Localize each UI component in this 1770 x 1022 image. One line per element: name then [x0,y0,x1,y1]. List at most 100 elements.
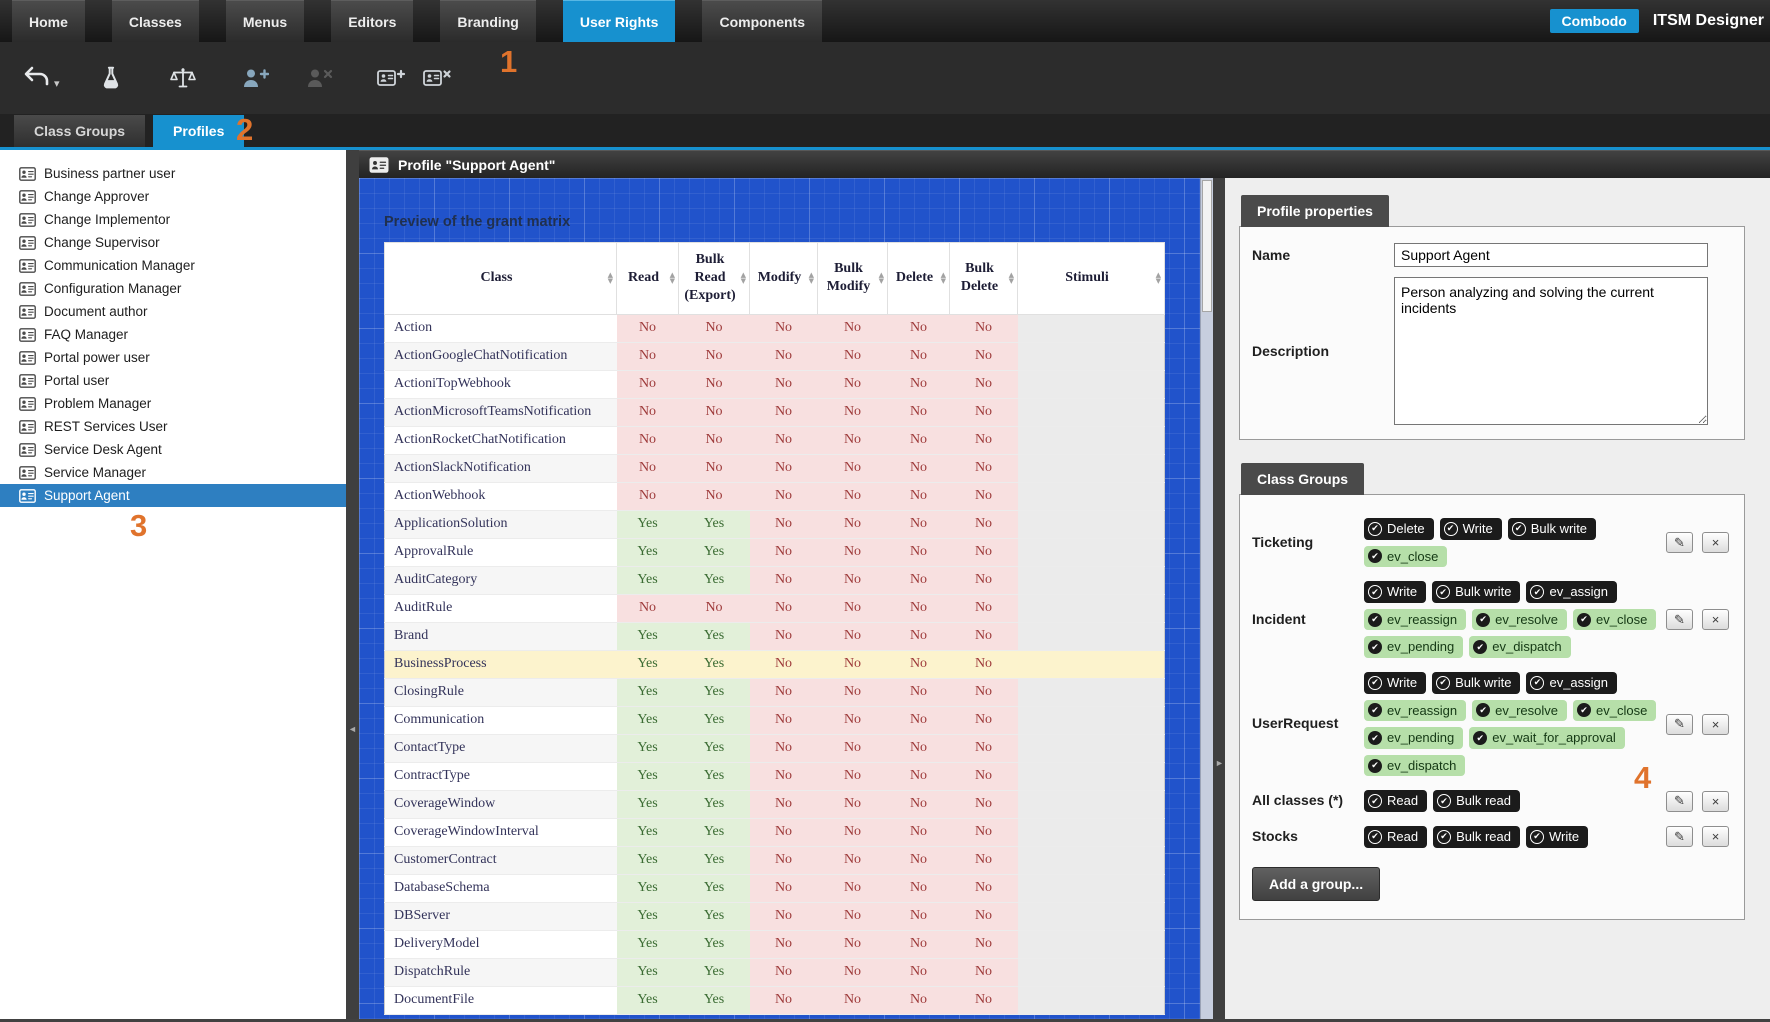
undo-dropdown-caret-icon[interactable]: ▾ [54,77,60,90]
undo-button[interactable] [16,56,58,100]
matrix-row-deliverymodel[interactable]: DeliveryModelYesYesNoNoNoNo [385,930,1165,958]
remove-group-button[interactable]: × [1702,609,1729,630]
sidebar-item-document-author[interactable]: Document author [0,300,346,323]
sidebar-item-service-desk-agent[interactable]: Service Desk Agent [0,438,346,461]
sidebar-item-problem-manager[interactable]: Problem Manager [0,392,346,415]
remove-group-button[interactable]: × [1702,826,1729,847]
nav-tab-home[interactable]: Home [12,0,85,42]
sidebar-item-faq-manager[interactable]: FAQ Manager [0,323,346,346]
matrix-row-brand[interactable]: BrandYesYesNoNoNoNo [385,622,1165,650]
matrix-row-actionrocketchatnotification[interactable]: ActionRocketChatNotificationNoNoNoNoNoNo [385,426,1165,454]
grant-badge-delete[interactable]: ✔Delete [1364,518,1434,540]
collapse-sidebar-arrow-icon[interactable]: ◄ [348,724,357,734]
sidebar-item-support-agent[interactable]: Support Agent [0,484,346,507]
grant-badge-ev-dispatch[interactable]: ✔ev_dispatch [1364,755,1465,777]
remove-group-button[interactable]: × [1702,532,1729,553]
matrix-row-closingrule[interactable]: ClosingRuleYesYesNoNoNoNo [385,678,1165,706]
sidebar-item-change-supervisor[interactable]: Change Supervisor [0,231,346,254]
matrix-row-dispatchrule[interactable]: DispatchRuleYesYesNoNoNoNo [385,958,1165,986]
matrix-row-actiongooglechatnotification[interactable]: ActionGoogleChatNotificationNoNoNoNoNoNo [385,342,1165,370]
matrix-row-action[interactable]: ActionNoNoNoNoNoNo [385,314,1165,342]
nav-tab-user-rights[interactable]: User Rights [563,0,676,42]
profile-name-input[interactable] [1394,243,1708,267]
sidebar-item-portal-user[interactable]: Portal user [0,369,346,392]
matrix-row-contracttype[interactable]: ContractTypeYesYesNoNoNoNo [385,762,1165,790]
grant-badge-ev-pending[interactable]: ✔ev_pending [1364,727,1463,749]
sidebar-item-communication-manager[interactable]: Communication Manager [0,254,346,277]
matrix-column-header-bulk-modify[interactable]: Bulk Modify▲▼ [818,243,888,315]
grant-badge-bulk-read[interactable]: ✔Bulk read [1433,826,1520,848]
grant-badge-read[interactable]: ✔Read [1364,826,1427,848]
remove-group-button[interactable]: × [1702,714,1729,735]
sidebar-item-configuration-manager[interactable]: Configuration Manager [0,277,346,300]
matrix-row-businessprocess[interactable]: BusinessProcessYesYesNoNoNoNo [385,650,1165,678]
matrix-row-auditrule[interactable]: AuditRuleNoNoNoNoNoNo [385,594,1165,622]
matrix-column-header-modify[interactable]: Modify▲▼ [750,243,818,315]
grant-badge-ev-close[interactable]: ✔ev_close [1364,546,1447,568]
sidebar-item-service-manager[interactable]: Service Manager [0,461,346,484]
grant-badge-write[interactable]: ✔Write [1364,672,1426,694]
link-user-remove-button[interactable] [298,56,340,100]
grant-badge-read[interactable]: ✔Read [1364,790,1427,812]
grant-badge-bulk-write[interactable]: ✔Bulk write [1432,581,1520,603]
matrix-row-communication[interactable]: CommunicationYesYesNoNoNoNo [385,706,1165,734]
matrix-column-header-read[interactable]: Read▲▼ [617,243,679,315]
matrix-row-documentfile[interactable]: DocumentFileYesYesNoNoNoNo [385,986,1165,1014]
grant-badge-ev-reassign[interactable]: ✔ev_reassign [1364,609,1466,631]
sidebar-item-portal-power-user[interactable]: Portal power user [0,346,346,369]
grant-badge-write[interactable]: ✔Write [1364,581,1426,603]
compare-scales-button[interactable] [162,56,204,100]
matrix-row-databaseschema[interactable]: DatabaseSchemaYesYesNoNoNoNo [385,874,1165,902]
matrix-row-coveragewindowinterval[interactable]: CoverageWindowIntervalYesYesNoNoNoNo [385,818,1165,846]
matrix-row-applicationsolution[interactable]: ApplicationSolutionYesYesNoNoNoNo [385,510,1165,538]
matrix-scrollbar-thumb[interactable] [1202,180,1212,312]
grant-badge-ev-close[interactable]: ✔ev_close [1573,700,1656,722]
matrix-column-header-delete[interactable]: Delete▲▼ [888,243,950,315]
matrix-row-customercontract[interactable]: CustomerContractYesYesNoNoNoNo [385,846,1165,874]
matrix-column-header-bulk-delete[interactable]: Bulk Delete▲▼ [950,243,1018,315]
nav-tab-menus[interactable]: Menus [226,0,304,42]
matrix-row-actionitopwebhook[interactable]: ActioniTopWebhookNoNoNoNoNoNo [385,370,1165,398]
matrix-row-contacttype[interactable]: ContactTypeYesYesNoNoNoNo [385,734,1165,762]
matrix-row-actionslacknotification[interactable]: ActionSlackNotificationNoNoNoNoNoNo [385,454,1165,482]
grant-badge-ev-dispatch[interactable]: ✔ev_dispatch [1469,636,1570,658]
collapse-panel-arrow-icon[interactable]: ► [1215,758,1224,768]
grant-badge-ev-resolve[interactable]: ✔ev_resolve [1472,609,1567,631]
sidebar-item-rest-services-user[interactable]: REST Services User [0,415,346,438]
sidebar-splitter[interactable]: ◄ [346,150,359,1019]
grant-badge-ev-close[interactable]: ✔ev_close [1573,609,1656,631]
edit-group-button[interactable]: ✎ [1666,714,1693,735]
link-user-add-button[interactable] [234,56,276,100]
nav-tab-editors[interactable]: Editors [331,0,413,42]
grant-badge-ev-reassign[interactable]: ✔ev_reassign [1364,700,1466,722]
matrix-column-header-class[interactable]: Class▲▼ [385,243,617,315]
sidebar-item-business-partner-user[interactable]: Business partner user [0,162,346,185]
subtab-class-groups[interactable]: Class Groups [14,115,145,147]
panel-splitter[interactable]: ► [1213,178,1225,1019]
grant-badge-ev-pending[interactable]: ✔ev_pending [1364,636,1463,658]
edit-group-button[interactable]: ✎ [1666,532,1693,553]
add-group-button[interactable]: Add a group... [1252,867,1380,901]
grant-badge-bulk-read[interactable]: ✔Bulk read [1433,790,1520,812]
nav-tab-branding[interactable]: Branding [440,0,535,42]
nav-tab-classes[interactable]: Classes [112,0,199,42]
grant-badge-write[interactable]: ✔Write [1440,518,1502,540]
matrix-row-auditcategory[interactable]: AuditCategoryYesYesNoNoNoNo [385,566,1165,594]
matrix-column-header-bulk-read-export[interactable]: Bulk Read (Export)▲▼ [679,243,750,315]
grant-badge-ev-assign[interactable]: ✔ev_assign [1526,581,1617,603]
remove-group-button[interactable]: × [1702,791,1729,812]
matrix-row-coveragewindow[interactable]: CoverageWindowYesYesNoNoNoNo [385,790,1165,818]
matrix-column-header-stimuli[interactable]: Stimuli▲▼ [1018,243,1165,315]
matrix-row-actionmicrosoftteamsnotification[interactable]: ActionMicrosoftTeamsNotificationNoNoNoNo… [385,398,1165,426]
matrix-row-dbserver[interactable]: DBServerYesYesNoNoNoNo [385,902,1165,930]
profile-remove-button[interactable] [416,56,458,100]
sidebar-item-change-approver[interactable]: Change Approver [0,185,346,208]
edit-group-button[interactable]: ✎ [1666,791,1693,812]
profile-description-textarea[interactable]: Person analyzing and solving the current… [1394,277,1708,425]
grant-badge-ev-wait-for-approval[interactable]: ✔ev_wait_for_approval [1469,727,1625,749]
matrix-row-actionwebhook[interactable]: ActionWebhookNoNoNoNoNoNo [385,482,1165,510]
sidebar-item-change-implementor[interactable]: Change Implementor [0,208,346,231]
profile-add-button[interactable] [370,56,412,100]
grant-badge-bulk-write[interactable]: ✔Bulk write [1432,672,1520,694]
edit-group-button[interactable]: ✎ [1666,826,1693,847]
